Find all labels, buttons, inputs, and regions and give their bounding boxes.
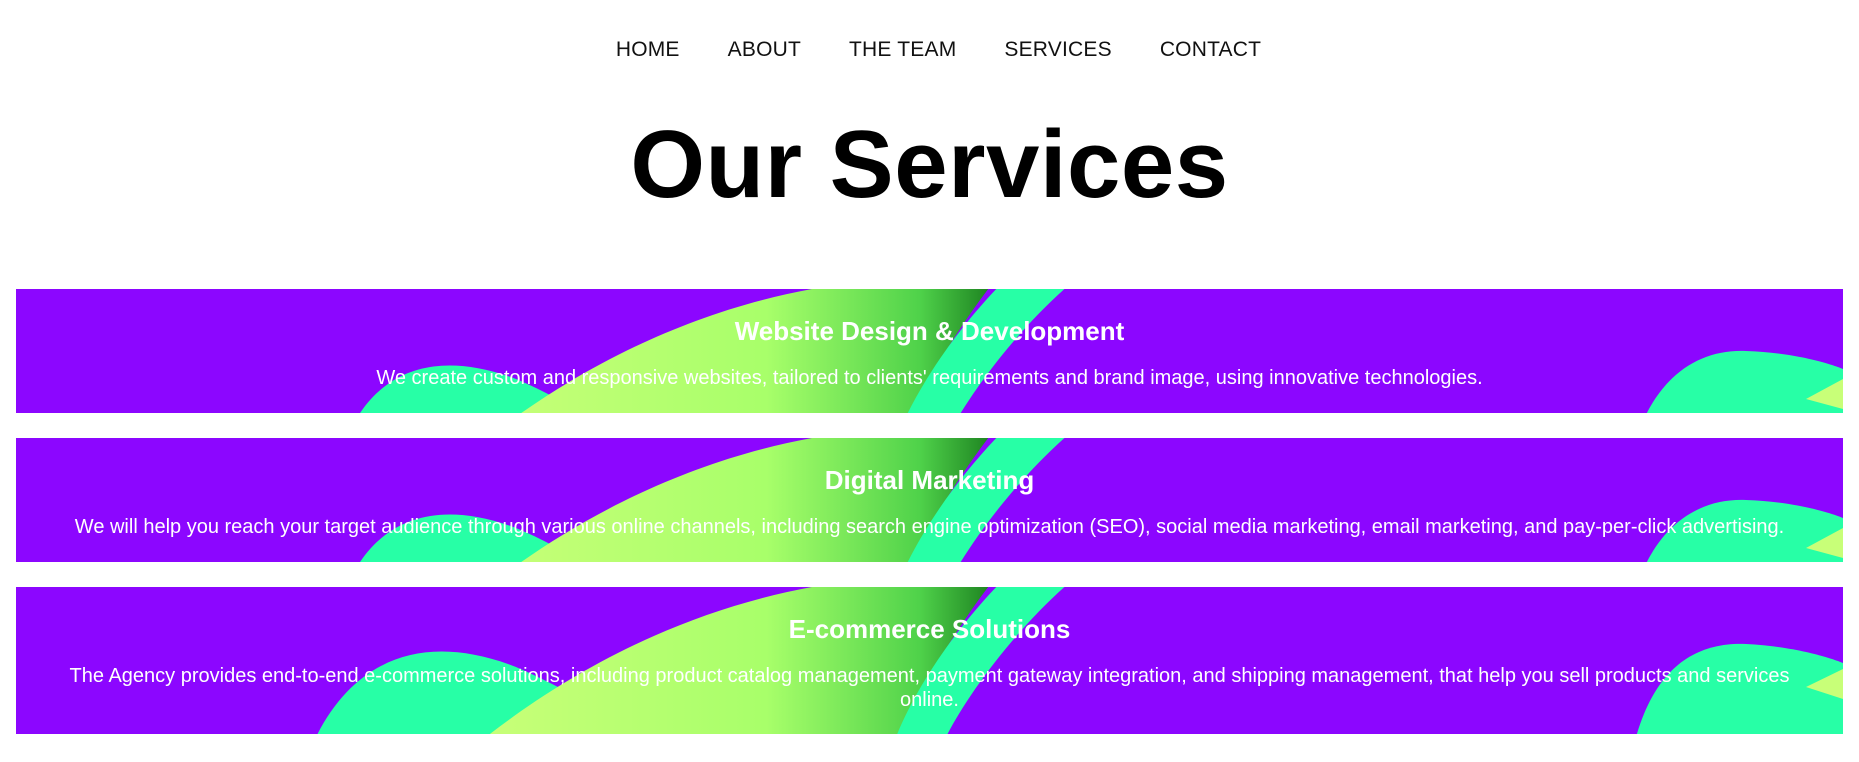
service-description: We will help you reach your target audie…	[74, 516, 1785, 538]
service-description: We create custom and responsive websites…	[376, 367, 1483, 389]
service-card-ecommerce: E-commerce Solutions The Agency provides…	[16, 587, 1843, 734]
page-title: Our Services	[630, 111, 1229, 218]
service-description: The Agency provides end-to-end e-commerc…	[69, 665, 1790, 711]
service-card-website-design: Website Design & Development We create c…	[16, 289, 1843, 413]
service-title: Digital Marketing	[824, 465, 1035, 495]
service-card-content: E-commerce Solutions The Agency provides…	[16, 587, 1843, 712]
service-card-content: Website Design & Development We create c…	[16, 289, 1843, 390]
main-nav: HOME ABOUT THE TEAM SERVICES CONTACT	[0, 38, 1859, 62]
service-card-content: Digital Marketing We will help you reach…	[16, 438, 1843, 539]
nav-item-contact[interactable]: CONTACT	[1160, 38, 1261, 62]
service-title: E-commerce Solutions	[788, 614, 1071, 644]
service-card-digital-marketing: Digital Marketing We will help you reach…	[16, 438, 1843, 562]
service-title: Website Design & Development	[734, 316, 1125, 346]
nav-item-the-team[interactable]: THE TEAM	[849, 38, 956, 62]
nav-item-about[interactable]: ABOUT	[728, 38, 801, 62]
nav-item-home[interactable]: HOME	[616, 38, 680, 62]
nav-item-services[interactable]: SERVICES	[1004, 38, 1111, 62]
